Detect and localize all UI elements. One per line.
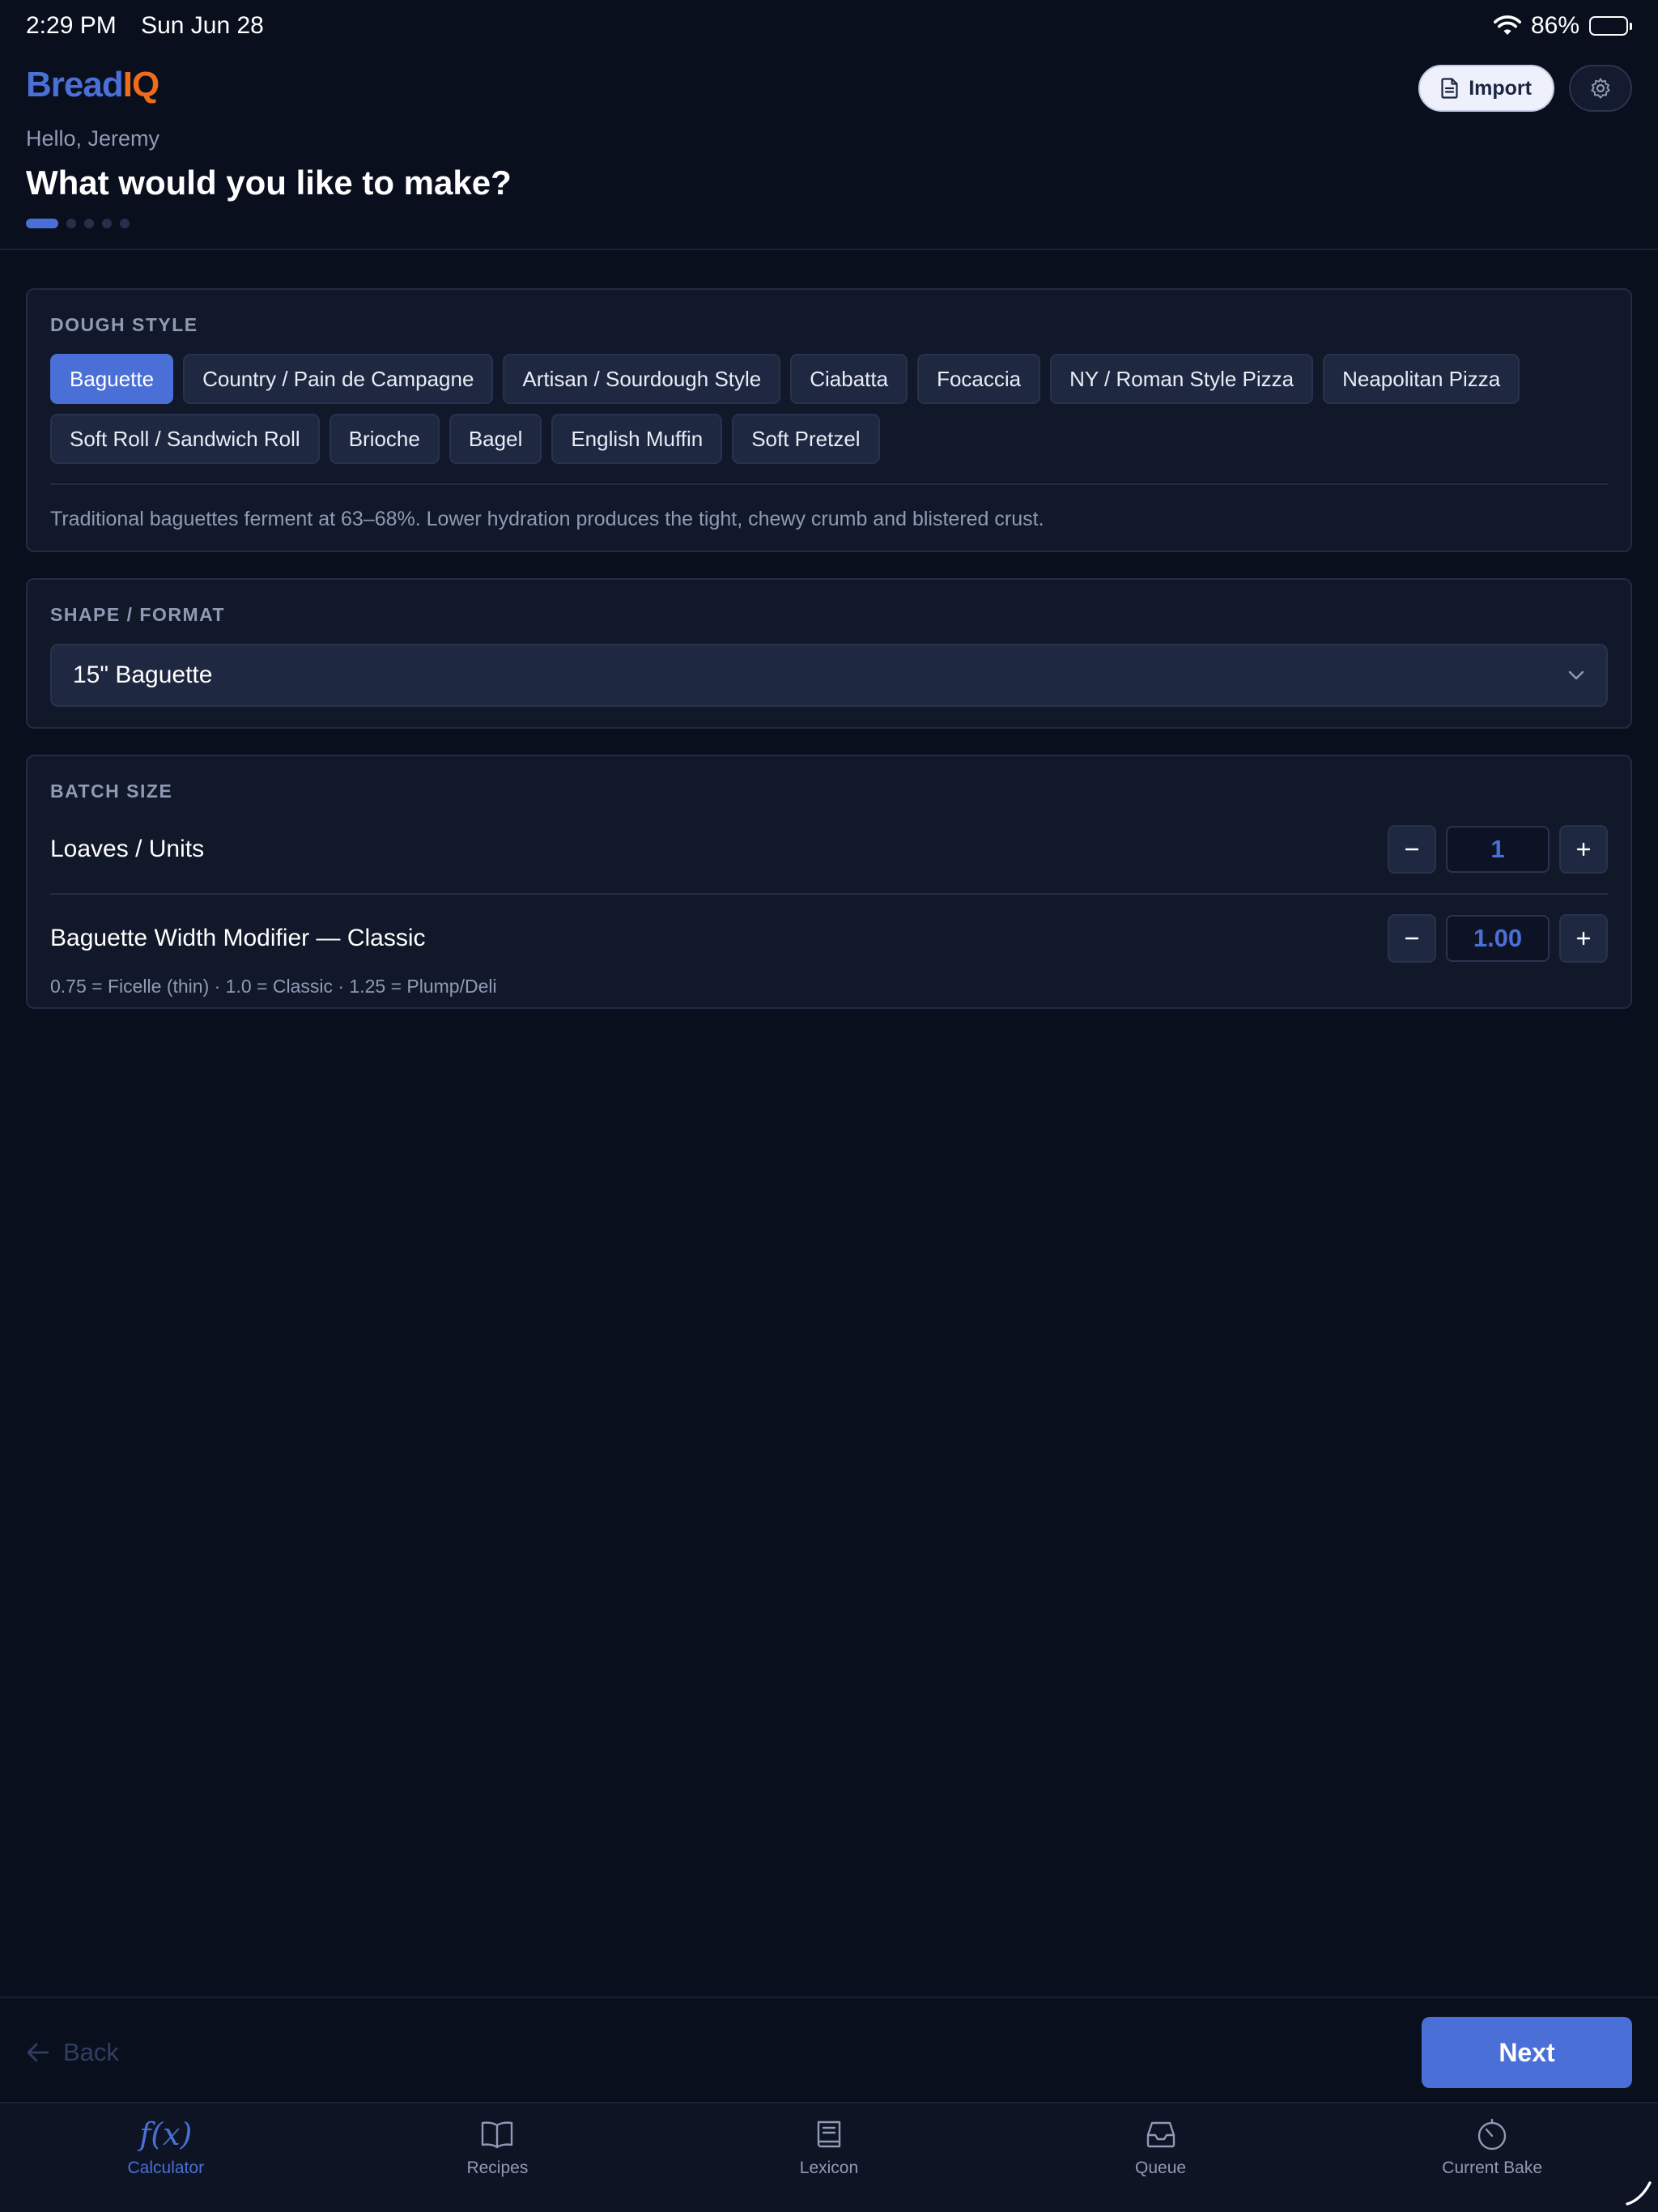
- tab-lexicon[interactable]: Lexicon: [663, 2104, 995, 2212]
- battery-icon: [1589, 16, 1632, 36]
- status-left: 2:29 PM Sun Jun 28: [26, 12, 282, 40]
- gear-icon: [1591, 78, 1610, 99]
- dough-style-description: Traditional baguettes ferment at 63–68%.…: [50, 508, 1044, 530]
- tab-queue[interactable]: Queue: [995, 2104, 1327, 2212]
- width-modifier-row: Baguette Width Modifier — Classic 1.00: [50, 914, 1608, 963]
- wifi-icon: [1493, 15, 1521, 35]
- footer-divider: [0, 1997, 1658, 1998]
- inbox-icon: [1146, 2121, 1175, 2148]
- loaves-row: Loaves / Units 1: [50, 825, 1608, 874]
- shape-format-value: 15" Baguette: [73, 661, 213, 688]
- back-button[interactable]: Back: [26, 2032, 119, 2073]
- settings-button[interactable]: [1569, 65, 1632, 112]
- loaves-decrement-button[interactable]: [1388, 825, 1436, 874]
- status-date: Sun Jun 28: [141, 12, 264, 39]
- width-modifier-stepper: 1.00: [1388, 914, 1608, 963]
- app-logo: BreadIQ: [26, 65, 159, 104]
- import-label: Import: [1469, 76, 1532, 100]
- loaves-increment-button[interactable]: [1559, 825, 1608, 874]
- step-dot: [66, 219, 76, 228]
- shape-format-card: SHAPE / FORMAT 15" Baguette: [26, 578, 1632, 729]
- arrow-left-icon: [27, 2043, 49, 2062]
- width-increment-button[interactable]: [1559, 914, 1608, 963]
- tab-calculator-label: Calculator: [127, 2159, 205, 2177]
- tab-current-bake-label: Current Bake: [1442, 2159, 1543, 2177]
- loaves-label: Loaves / Units: [50, 836, 205, 862]
- batch-divider: [50, 893, 1608, 895]
- dough-style-option-brioche[interactable]: Brioche: [329, 414, 440, 464]
- batch-size-card: BATCH SIZE Loaves / Units 1 Baguette Wid…: [26, 755, 1632, 1009]
- plus-icon: [1576, 931, 1591, 946]
- width-modifier-hint: 0.75 = Ficelle (thin) · 1.0 = Classic · …: [50, 976, 497, 997]
- step-dot: [120, 219, 130, 228]
- book-icon: [817, 2121, 841, 2148]
- tab-current-bake[interactable]: Current Bake: [1326, 2104, 1658, 2212]
- dough-style-option-ciabatta[interactable]: Ciabatta: [790, 354, 908, 404]
- document-icon: [1441, 78, 1458, 99]
- dough-style-option-artisan-sourdough-style[interactable]: Artisan / Sourdough Style: [503, 354, 781, 404]
- dough-style-option-neapolitan-pizza[interactable]: Neapolitan Pizza: [1323, 354, 1520, 404]
- header-actions: Import: [1418, 65, 1632, 112]
- page-title: What would you like to make?: [26, 164, 512, 202]
- header-divider: [0, 249, 1658, 250]
- step-dot: [102, 219, 112, 228]
- dough-style-option-focaccia[interactable]: Focaccia: [917, 354, 1041, 404]
- tab-queue-label: Queue: [1135, 2159, 1187, 2177]
- status-time: 2:29 PM: [26, 12, 117, 39]
- dough-style-option-english-muffin[interactable]: English Muffin: [551, 414, 723, 464]
- book-open-icon: [482, 2121, 513, 2149]
- tab-calculator[interactable]: f(x) Calculator: [0, 2104, 332, 2212]
- back-label: Back: [63, 2038, 119, 2066]
- plus-icon: [1576, 842, 1591, 857]
- header: BreadIQ Import Hello, Jeremy What would …: [26, 65, 1632, 228]
- dough-style-option-bagel[interactable]: Bagel: [449, 414, 542, 464]
- dough-style-option-soft-roll-sandwich-roll[interactable]: Soft Roll / Sandwich Roll: [50, 414, 320, 464]
- step-progress-dots: [26, 219, 130, 228]
- dough-style-chips: Baguette Country / Pain de Campagne Artisa…: [50, 354, 1608, 464]
- step-dot: [26, 219, 58, 228]
- greeting: Hello, Jeremy: [26, 126, 160, 151]
- dough-style-label: DOUGH STYLE: [50, 314, 198, 335]
- minus-icon: [1405, 937, 1419, 940]
- chevron-down-icon: [1568, 670, 1584, 680]
- width-modifier-input[interactable]: 1.00: [1446, 915, 1550, 962]
- status-bar: 2:29 PM Sun Jun 28 86%: [0, 0, 1658, 52]
- timer-icon: [1477, 2118, 1507, 2150]
- width-modifier-label: Baguette Width Modifier — Classic: [50, 925, 426, 951]
- tab-bar: f(x) Calculator Recipes Lexicon Queue Cu…: [0, 2102, 1658, 2212]
- tab-recipes-label: Recipes: [466, 2159, 529, 2177]
- dough-style-card: DOUGH STYLE Baguette Country / Pain de Ca…: [26, 288, 1632, 552]
- shape-format-label: SHAPE / FORMAT: [50, 604, 226, 625]
- import-button[interactable]: Import: [1418, 65, 1554, 112]
- dough-style-divider: [50, 483, 1608, 485]
- loaves-stepper: 1: [1388, 825, 1608, 874]
- tab-recipes[interactable]: Recipes: [332, 2104, 664, 2212]
- next-button[interactable]: Next: [1422, 2017, 1632, 2088]
- loaves-input[interactable]: 1: [1446, 826, 1550, 873]
- tab-lexicon-label: Lexicon: [799, 2159, 859, 2177]
- function-icon: f(x): [139, 2116, 193, 2152]
- dough-style-option-soft-pretzel[interactable]: Soft Pretzel: [732, 414, 880, 464]
- dough-style-option-country-pain-de-campagne[interactable]: Country / Pain de Campagne: [183, 354, 494, 404]
- width-decrement-button[interactable]: [1388, 914, 1436, 963]
- battery-percent: 86%: [1530, 12, 1579, 39]
- home-indicator-icon: [1626, 2181, 1652, 2206]
- minus-icon: [1405, 848, 1419, 851]
- dough-style-option-ny-roman-style-pizza[interactable]: NY / Roman Style Pizza: [1050, 354, 1314, 404]
- step-dot: [84, 219, 94, 228]
- status-right: 86%: [1493, 12, 1632, 40]
- batch-size-label: BATCH SIZE: [50, 781, 173, 802]
- shape-format-select[interactable]: 15" Baguette: [50, 644, 1608, 707]
- dough-style-option-baguette[interactable]: Baguette: [50, 354, 174, 404]
